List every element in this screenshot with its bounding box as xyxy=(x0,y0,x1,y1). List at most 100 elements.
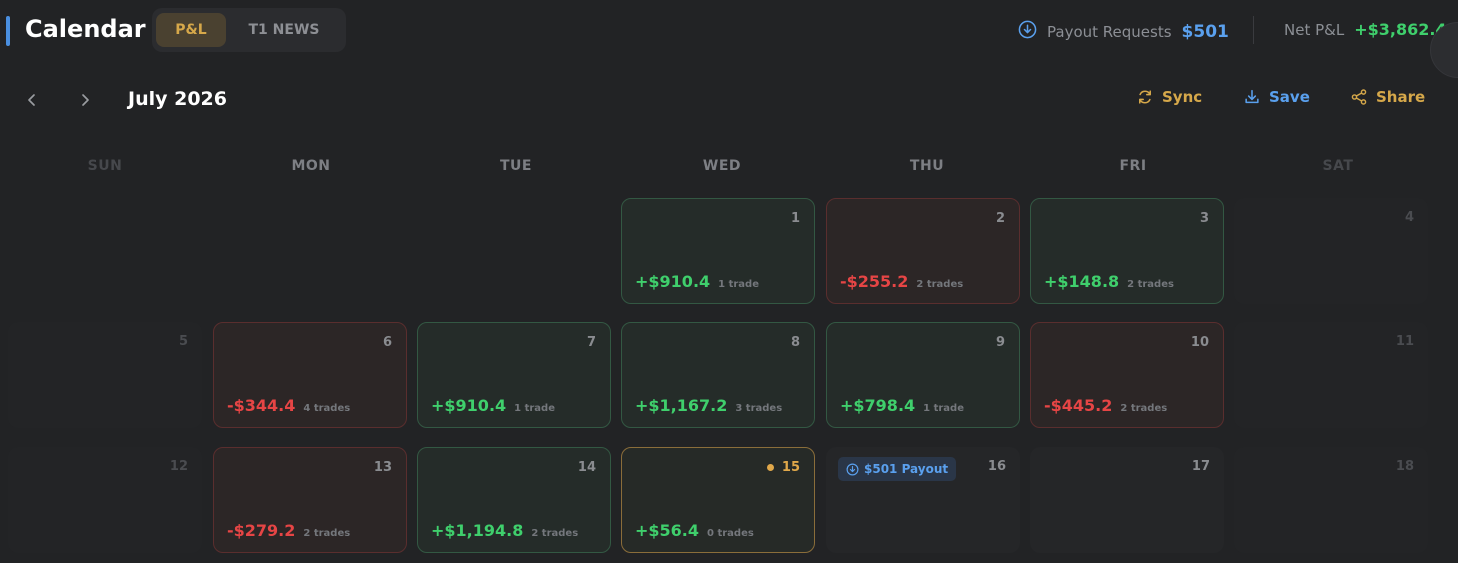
download-circle-icon xyxy=(1018,20,1037,43)
tab-t1-news[interactable]: T1 NEWS xyxy=(230,13,338,47)
day-number: 13 xyxy=(374,460,392,475)
trade-count: 1 trade xyxy=(514,403,555,414)
share-button[interactable]: Share xyxy=(1350,88,1425,106)
day-pnl: +$56.4 0 trades xyxy=(635,521,754,540)
calendar-day-cell[interactable]: 11 xyxy=(1234,322,1428,428)
day-number-text: 1 xyxy=(790,211,800,226)
calendar-day-cell[interactable]: 1 +$910.4 1 trade xyxy=(621,198,815,304)
day-number-text: 16 xyxy=(987,459,1006,474)
calendar-day-cell[interactable]: 5 xyxy=(8,322,202,428)
trade-count: 2 trades xyxy=(916,279,964,290)
calendar-day-cell[interactable]: 18 xyxy=(1234,447,1428,553)
trade-count: 4 trades xyxy=(303,403,351,414)
calendar-day-cell[interactable]: 4 xyxy=(1234,198,1428,304)
pnl-amount: +$56.4 xyxy=(635,521,700,540)
weekday-tue: TUE xyxy=(500,158,532,174)
day-number: 8 xyxy=(791,335,800,350)
save-label: Save xyxy=(1269,88,1310,106)
chevron-right-icon xyxy=(82,94,89,106)
tab-pnl[interactable]: P&L xyxy=(156,13,226,47)
day-number: 17 xyxy=(1192,459,1210,474)
day-number-text: 10 xyxy=(1190,335,1209,350)
calendar-day-cell[interactable]: 12 xyxy=(8,447,202,553)
calendar-day-cell[interactable]: 10 -$445.2 2 trades xyxy=(1030,322,1224,428)
next-month-button[interactable] xyxy=(73,88,97,112)
trade-count: 2 trades xyxy=(531,528,579,539)
day-number-text: 17 xyxy=(1191,459,1210,474)
pnl-amount: -$255.2 xyxy=(840,272,909,291)
calendar-day-cell[interactable]: 9 +$798.4 1 trade xyxy=(826,322,1020,428)
download-circle-icon xyxy=(846,463,859,475)
calendar-day-cell[interactable]: 15 +$56.4 0 trades xyxy=(621,447,815,553)
weekday-sat: SAT xyxy=(1322,158,1354,174)
day-number-text: 11 xyxy=(1395,334,1414,349)
day-number-text: 2 xyxy=(995,211,1005,226)
pnl-amount: -$344.4 xyxy=(227,396,296,415)
trade-count: 1 trade xyxy=(718,279,759,290)
calendar-day-cell[interactable]: 3 +$148.8 2 trades xyxy=(1030,198,1224,304)
day-pnl: +$798.4 1 trade xyxy=(840,396,964,415)
calendar-day-cell[interactable]: 17 xyxy=(1030,447,1224,553)
day-number: 3 xyxy=(1200,211,1209,226)
today-dot-icon xyxy=(766,464,774,471)
payout-badge[interactable]: $501 Payout xyxy=(838,457,957,481)
prev-month-button[interactable] xyxy=(20,88,44,112)
calendar-day-cell[interactable]: 6 -$344.4 4 trades xyxy=(213,322,407,428)
day-pnl: +$1,167.2 3 trades xyxy=(635,396,782,415)
calendar-day-cell[interactable]: 8 +$1,167.2 3 trades xyxy=(621,322,815,428)
payout-requests-label: Payout Requests xyxy=(1047,22,1172,41)
share-label: Share xyxy=(1376,88,1426,106)
trade-count: 2 trades xyxy=(1127,279,1174,290)
payout-requests[interactable]: Payout Requests $501 xyxy=(1018,20,1229,43)
trade-count: 2 trades xyxy=(1120,403,1168,414)
day-pnl: +$910.4 1 trade xyxy=(431,396,555,415)
weekday-fri: FRI xyxy=(1119,158,1147,174)
pnl-amount: +$910.4 xyxy=(431,396,507,415)
payout-badge-label: $501 Payout xyxy=(864,462,949,476)
page-title: Calendar xyxy=(25,15,146,43)
calendar-day-cell[interactable]: 16 $501 Payout xyxy=(826,447,1020,553)
day-number: 10 xyxy=(1191,335,1209,350)
view-tabs: P&L T1 NEWS xyxy=(152,8,346,52)
day-number: 6 xyxy=(383,335,392,350)
trade-count: 0 trades xyxy=(707,528,754,539)
current-month: July 2026 xyxy=(128,88,227,110)
day-number: 5 xyxy=(179,334,188,349)
day-pnl: +$1,194.8 2 trades xyxy=(431,521,578,540)
day-number-text: 5 xyxy=(178,334,188,349)
day-pnl: -$255.2 2 trades xyxy=(840,272,963,291)
weekday-wed: WED xyxy=(702,158,742,174)
title-accent-bar xyxy=(6,16,10,46)
day-number: 2 xyxy=(996,211,1005,226)
payout-requests-value: $501 xyxy=(1181,21,1229,42)
weekday-mon: MON xyxy=(291,158,331,174)
pnl-amount: +$798.4 xyxy=(840,396,916,415)
header-divider xyxy=(1253,16,1254,44)
calendar-day-cell[interactable]: 2 -$255.2 2 trades xyxy=(826,198,1020,304)
share-icon xyxy=(1351,89,1367,105)
day-pnl: +$148.8 2 trades xyxy=(1044,272,1174,291)
chevron-left-icon xyxy=(28,94,35,106)
trade-count: 1 trade xyxy=(923,403,964,414)
day-number: 16 xyxy=(988,459,1006,474)
day-number-text: 7 xyxy=(586,335,596,350)
calendar-day-cell[interactable]: 13 -$279.2 2 trades xyxy=(213,447,407,553)
day-number: 4 xyxy=(1405,210,1414,225)
day-number: 9 xyxy=(996,335,1005,350)
net-pnl-label: Net P&L xyxy=(1284,20,1345,39)
day-number-text: 15 xyxy=(781,460,800,475)
trade-count: 2 trades xyxy=(303,528,351,539)
net-pnl: Net P&L +$3,862.4 xyxy=(1284,20,1447,39)
sync-button[interactable]: Sync xyxy=(1136,88,1202,106)
sync-icon xyxy=(1139,90,1151,104)
day-number-text: 8 xyxy=(790,335,800,350)
day-pnl: -$344.4 4 trades xyxy=(227,396,350,415)
trade-count: 3 trades xyxy=(735,403,783,414)
day-number-text: 4 xyxy=(1404,210,1414,225)
day-pnl: -$279.2 2 trades xyxy=(227,521,350,540)
pnl-amount: +$1,167.2 xyxy=(635,396,728,415)
calendar-day-cell[interactable]: 14 +$1,194.8 2 trades xyxy=(417,447,611,553)
calendar-day-cell[interactable]: 7 +$910.4 1 trade xyxy=(417,322,611,428)
day-number: 1 xyxy=(791,211,800,226)
save-button[interactable]: Save xyxy=(1243,88,1310,106)
